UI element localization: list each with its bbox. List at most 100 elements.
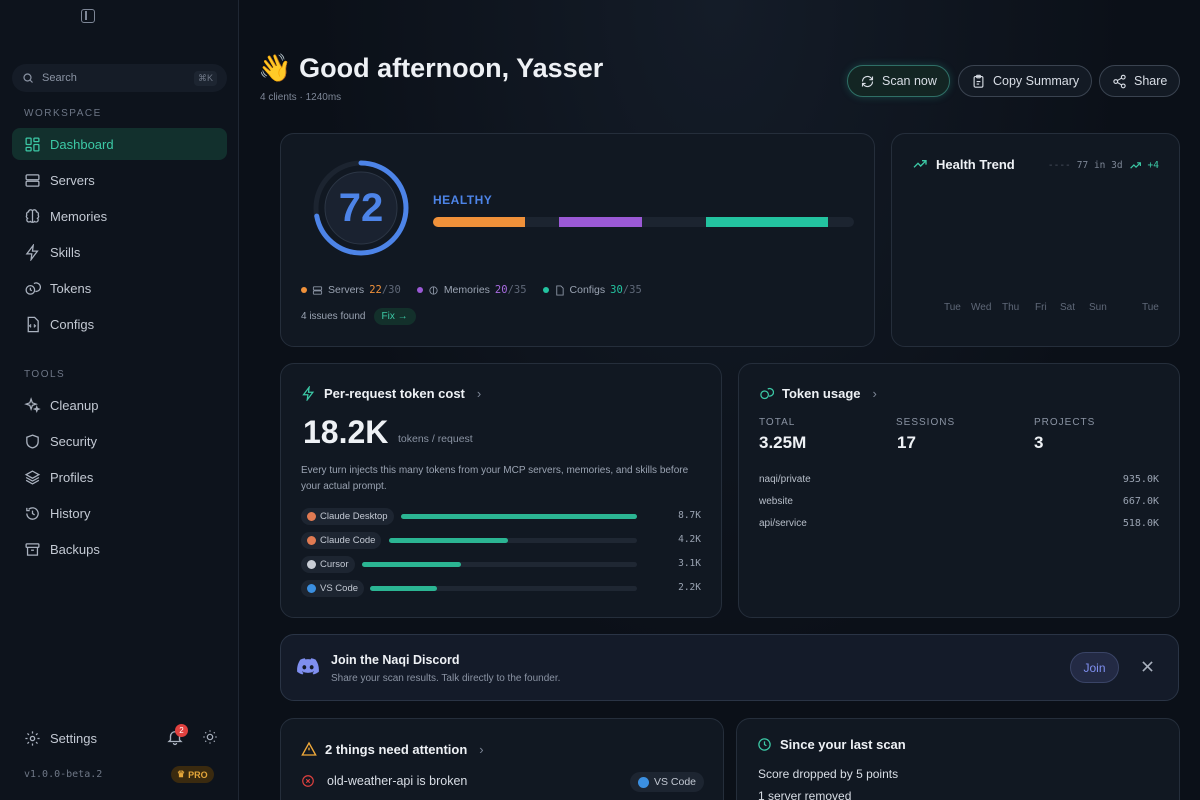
archive-icon: [23, 540, 41, 558]
sun-icon[interactable]: [202, 729, 218, 745]
legend-dot: [542, 287, 549, 293]
client-cost-value: 4.2K: [678, 534, 701, 545]
chevron-right-icon: ›: [479, 741, 484, 757]
attention-item-text: old-weather-api is broken: [327, 774, 468, 788]
pro-label: PRO: [188, 769, 208, 780]
coins-icon: [760, 387, 774, 400]
client-cost-row: Claude Code: [301, 531, 382, 549]
health-bar-memories: [559, 217, 642, 227]
token-usage-card: Token usage › TOTAL 3.25M SESSIONS 17 PR…: [738, 363, 1180, 618]
client-cost-bar: [389, 538, 508, 543]
share-label: Share: [1134, 74, 1168, 88]
attention-item[interactable]: old-weather-api is broken: [301, 774, 467, 788]
share-icon: [1113, 74, 1126, 88]
sidebar-item-configs[interactable]: Configs: [12, 308, 227, 340]
token-cost-title-row[interactable]: Per-request token cost ›: [301, 386, 481, 401]
history-icon: [23, 504, 41, 522]
issues-count: 4 issues found: [301, 311, 366, 322]
health-bar-configs: [706, 217, 828, 227]
since-title-row: Since your last scan: [757, 737, 906, 752]
sidebar-item-security[interactable]: Security: [12, 425, 227, 457]
sidebar-item-backups[interactable]: Backups: [12, 533, 227, 565]
health-trend-card: Health Trend ---- 77 in 3d +4 Tue Wed Th…: [891, 133, 1180, 347]
client-tag: VS Code: [630, 772, 705, 792]
search-icon: [23, 73, 33, 83]
legend-value: 22: [369, 284, 382, 296]
sidebar-item-label: Tokens: [50, 280, 92, 296]
trending-up-icon: [1129, 162, 1141, 169]
client-chip: VS Code: [301, 579, 365, 597]
day-label: Fri: [1035, 302, 1047, 313]
sidebar-item-tokens[interactable]: Tokens: [12, 272, 227, 304]
project-row: website 667.0K: [759, 496, 1159, 507]
project-row: naqi/private 935.0K: [759, 474, 1159, 485]
main-content: 👋 Good afternoon, Yasser 4 clients · 124…: [240, 0, 1200, 800]
sidebar-item-dashboard[interactable]: Dashboard: [12, 128, 227, 160]
sidebar-item-cleanup[interactable]: Cleanup: [12, 389, 227, 421]
settings-label: Settings: [50, 730, 97, 746]
project-value: 935.0K: [1122, 474, 1159, 485]
sidebar-item-servers[interactable]: Servers: [12, 164, 227, 196]
client-cost-value: 8.7K: [678, 510, 701, 521]
day-label: Tue: [1142, 302, 1159, 313]
trend-meta-text: 77 in 3d: [1076, 160, 1123, 171]
attention-title-row[interactable]: 2 things need attention ›: [301, 741, 484, 757]
join-discord-button[interactable]: Join: [1070, 652, 1119, 683]
sidebar-item-label: Security: [50, 433, 97, 449]
share-button[interactable]: Share: [1099, 65, 1181, 97]
trending-up-icon: [913, 160, 927, 168]
copy-summary-button[interactable]: Copy Summary: [958, 65, 1093, 97]
sidebar-item-history[interactable]: History: [12, 497, 227, 529]
legend-servers: Servers 22/30: [301, 284, 401, 296]
file-icon: [555, 284, 564, 296]
client-logo-icon: [307, 511, 316, 521]
legend-value: 20: [494, 284, 508, 296]
sidebar-item-memories[interactable]: Memories: [12, 200, 227, 232]
close-icon[interactable]: [1142, 661, 1153, 672]
sidebar-footer: Settings 2: [24, 724, 224, 748]
health-bar-servers: [433, 217, 525, 227]
settings-button[interactable]: Settings: [24, 730, 97, 747]
token-usage-title-row[interactable]: Token usage ›: [759, 386, 877, 401]
project-name: naqi/private: [759, 474, 811, 485]
since-last-scan-card: Since your last scan Score dropped by 5 …: [736, 718, 1180, 800]
sidebar: Search ⌘K WORKSPACE Dashboard Servers Me…: [0, 0, 239, 800]
server-icon: [312, 285, 323, 295]
client-cost-row: Cursor: [301, 555, 355, 573]
discord-title: Join the Naqi Discord: [331, 653, 460, 667]
issues-row: 4 issues found Fix →: [301, 308, 416, 325]
token-usage-title: Token usage: [782, 386, 861, 401]
sidebar-item-skills[interactable]: Skills: [12, 236, 227, 268]
clipboard-icon: [973, 74, 984, 88]
sidebar-item-label: Profiles: [50, 469, 94, 485]
client-cost-bar: [401, 514, 637, 519]
workspace-section-label: WORKSPACE: [24, 108, 102, 119]
sidebar-item-label: Cleanup: [50, 397, 99, 413]
stat-total-label: TOTAL: [759, 417, 796, 428]
scan-now-button[interactable]: Scan now: [847, 65, 950, 97]
token-cost-title: Per-request token cost: [324, 386, 465, 401]
sidebar-item-profiles[interactable]: Profiles: [12, 461, 227, 493]
client-chip: Claude Desktop: [301, 507, 394, 525]
pro-badge[interactable]: ♛ PRO: [171, 766, 214, 783]
layers-icon: [23, 468, 41, 486]
legend-total: /30: [381, 284, 401, 296]
search-shortcut: ⌘K: [193, 70, 217, 86]
search-label: Search: [42, 72, 77, 84]
refresh-icon: [861, 75, 874, 87]
legend-label: Configs: [569, 284, 606, 296]
project-name: api/service: [759, 518, 807, 529]
sidebar-toggle-icon[interactable]: [81, 9, 95, 23]
dashed-line-icon: ----: [1047, 160, 1071, 171]
token-cost-card: Per-request token cost › 18.2K tokens / …: [280, 363, 722, 618]
client-cost-bar: [362, 562, 461, 567]
stat-sessions-value: 17: [897, 433, 916, 452]
since-line-score: Score dropped by 5 points: [758, 767, 899, 781]
fix-button[interactable]: Fix →: [373, 308, 416, 325]
attention-card: 2 things need attention › old-weather-ap…: [280, 718, 724, 800]
brain-icon: [429, 285, 438, 295]
vscode-icon: [638, 776, 649, 788]
sidebar-item-label: Servers: [50, 172, 95, 188]
client-logo-icon: [307, 559, 316, 569]
search-input[interactable]: Search ⌘K: [12, 64, 227, 92]
